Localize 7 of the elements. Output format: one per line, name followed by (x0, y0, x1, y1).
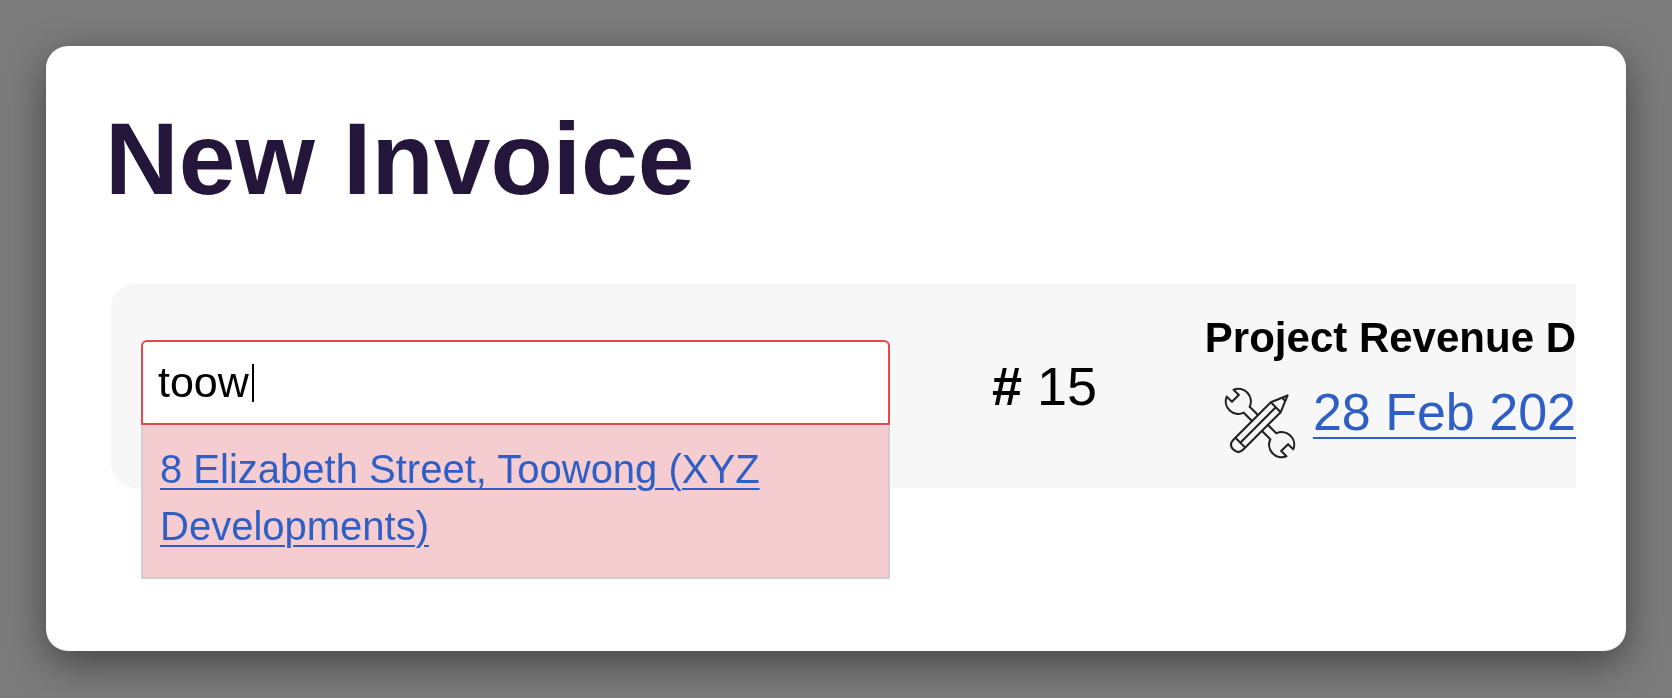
suggestion-link[interactable]: 8 Elizabeth Street, Toowong (XYZ Developments) (160, 441, 873, 555)
invoice-number: # 15 (992, 359, 1098, 413)
revenue-date-link[interactable]: 28 Feb 202 (1312, 386, 1576, 438)
page-title: New Invoice (105, 108, 695, 210)
revenue-date-label: Project Revenue D (1204, 317, 1576, 359)
text-cursor (251, 363, 254, 402)
address-search-field[interactable]: toow (141, 340, 890, 425)
